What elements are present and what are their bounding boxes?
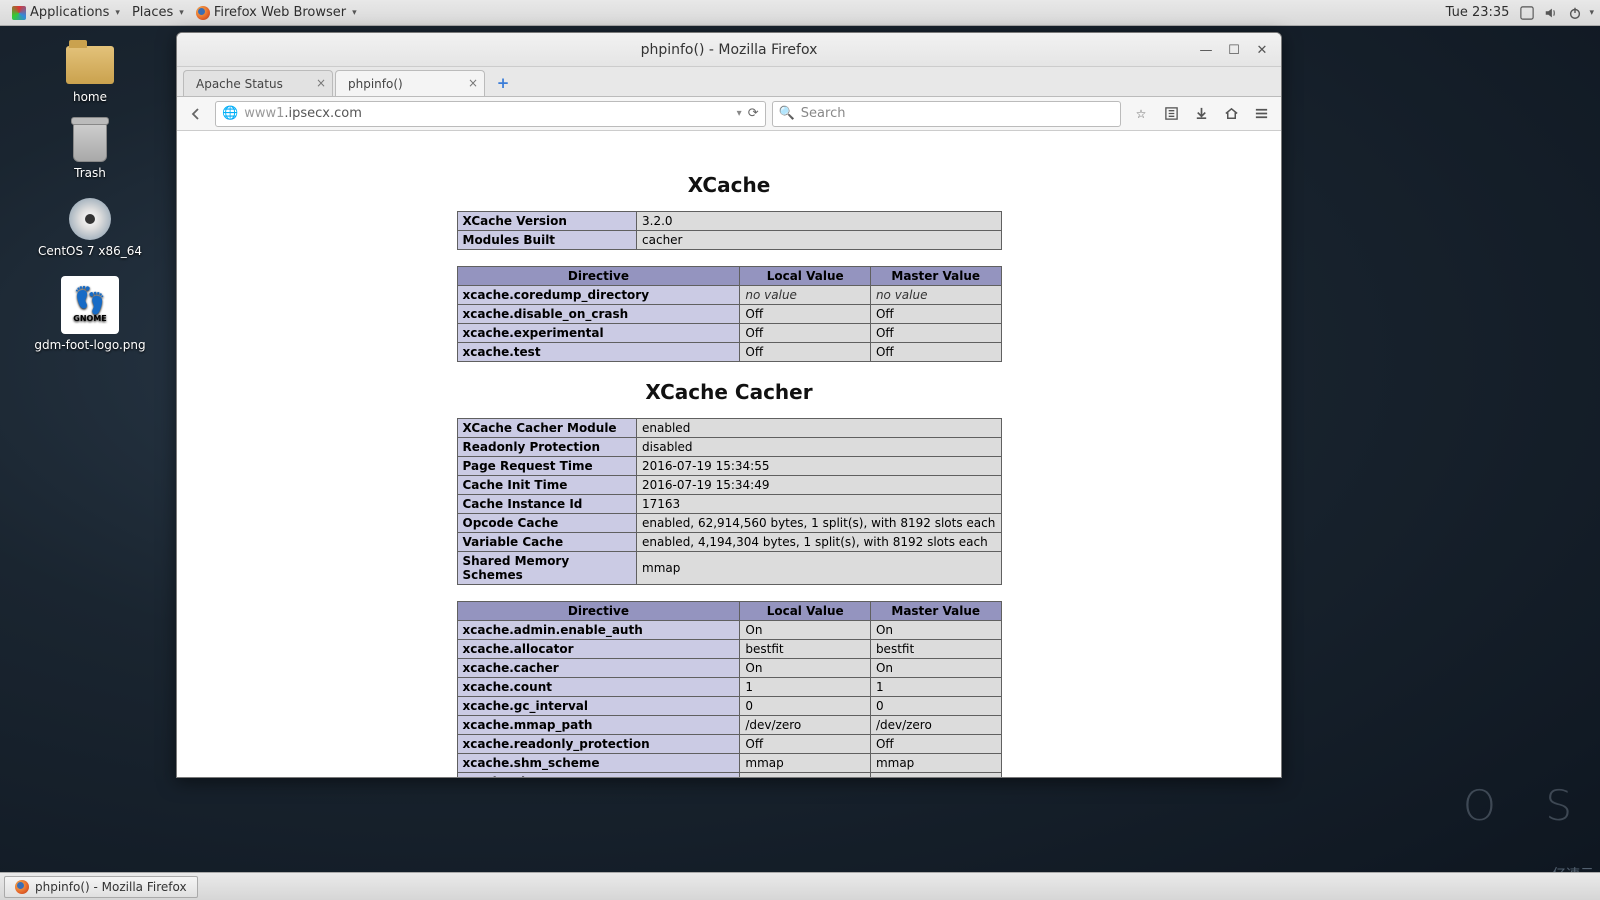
table-row: xcache.shm_schememmapmmap — [457, 754, 1001, 773]
gnome-top-panel: Applications▾ Places▾ Firefox Web Browse… — [0, 0, 1600, 26]
taskbar-firefox-button[interactable]: phpinfo() - Mozilla Firefox — [4, 876, 198, 898]
table-row: xcache.allocatorbestfitbestfit — [457, 640, 1001, 659]
applications-menu[interactable]: Applications▾ — [6, 5, 126, 20]
window-titlebar[interactable]: phpinfo() - Mozilla Firefox — ☐ ✕ — [177, 33, 1281, 67]
new-tab-button[interactable]: + — [491, 72, 515, 94]
hamburger-menu-icon[interactable] — [1251, 104, 1271, 124]
xcache-info-table: XCache Version3.2.0Modules Builtcacher — [457, 211, 1002, 250]
active-app-menu[interactable]: Firefox Web Browser▾ — [190, 5, 363, 20]
bottom-taskbar: phpinfo() - Mozilla Firefox — [0, 872, 1600, 900]
back-button[interactable] — [183, 101, 209, 127]
xcache-cacher-directives-table: DirectiveLocal ValueMaster Valuexcache.a… — [457, 601, 1002, 777]
table-row: Cache Instance Id17163 — [457, 495, 1001, 514]
tab-apache-status[interactable]: Apache Status× — [183, 70, 333, 96]
browser-tabbar: Apache Status× phpinfo()× + — [177, 67, 1281, 97]
close-icon[interactable]: × — [468, 76, 478, 90]
table-row: Opcode Cacheenabled, 62,914,560 bytes, 1… — [457, 514, 1001, 533]
xcache-directives-table: DirectiveLocal ValueMaster Valuexcache.c… — [457, 266, 1002, 362]
trash-icon[interactable]: Trash — [20, 122, 160, 180]
table-row: xcache.experimentalOffOff — [457, 324, 1001, 343]
search-bar[interactable]: 🔍 Search — [772, 101, 1121, 127]
accessibility-icon[interactable] — [1519, 5, 1535, 21]
desktop-icons: home Trash CentOS 7 x86_64 👣GNOMEgdm-foo… — [20, 40, 160, 370]
section-title-xcache: XCache — [177, 173, 1281, 197]
section-title-xcache-cacher: XCache Cacher — [177, 380, 1281, 404]
table-row: Modules Builtcacher — [457, 231, 1001, 250]
table-row: xcache.count11 — [457, 678, 1001, 697]
close-icon[interactable]: × — [316, 76, 326, 90]
search-placeholder: Search — [801, 106, 846, 121]
table-row: Page Request Time2016-07-19 15:34:55 — [457, 457, 1001, 476]
table-row: xcache.readonly_protectionOffOff — [457, 735, 1001, 754]
table-header-row: DirectiveLocal ValueMaster Value — [457, 602, 1001, 621]
table-row: Readonly Protectiondisabled — [457, 438, 1001, 457]
reader-view-icon[interactable] — [1161, 104, 1181, 124]
home-icon[interactable] — [1221, 104, 1241, 124]
tab-phpinfo[interactable]: phpinfo()× — [335, 70, 485, 96]
table-header-row: DirectiveLocal ValueMaster Value — [457, 267, 1001, 286]
downloads-icon[interactable] — [1191, 104, 1211, 124]
table-row: XCache Version3.2.0 — [457, 212, 1001, 231]
table-row: xcache.gc_interval00 — [457, 697, 1001, 716]
table-row: Cache Init Time2016-07-19 15:34:49 — [457, 476, 1001, 495]
firefox-icon — [196, 6, 210, 20]
reload-button[interactable]: ⟳ — [748, 106, 759, 121]
window-title: phpinfo() - Mozilla Firefox — [641, 42, 818, 58]
table-row: Variable Cacheenabled, 4,194,304 bytes, … — [457, 533, 1001, 552]
centos-disc-icon[interactable]: CentOS 7 x86_64 — [20, 198, 160, 258]
clock[interactable]: Tue 23:35 — [1440, 5, 1516, 20]
firefox-icon — [15, 880, 29, 894]
page-content[interactable]: XCache XCache Version3.2.0Modules Builtc… — [177, 131, 1281, 777]
table-row: xcache.mmap_path/dev/zero/dev/zero — [457, 716, 1001, 735]
table-row: xcache.cacherOnOn — [457, 659, 1001, 678]
volume-icon[interactable] — [1543, 5, 1559, 21]
bookmark-star-icon[interactable]: ☆ — [1131, 104, 1151, 124]
table-row: xcache.size60M60M — [457, 773, 1001, 778]
globe-icon: 🌐 — [222, 106, 238, 121]
firefox-window: phpinfo() - Mozilla Firefox — ☐ ✕ Apache… — [176, 32, 1282, 778]
table-row: xcache.admin.enable_authOnOn — [457, 621, 1001, 640]
table-row: xcache.disable_on_crashOffOff — [457, 305, 1001, 324]
system-menu-arrow[interactable]: ▾ — [1589, 8, 1594, 18]
close-button[interactable]: ✕ — [1249, 39, 1275, 61]
places-menu[interactable]: Places▾ — [126, 5, 190, 20]
power-icon[interactable] — [1567, 5, 1583, 21]
home-folder-icon[interactable]: home — [20, 46, 160, 104]
table-row: Shared Memory Schemesmmap — [457, 552, 1001, 585]
gnome-logo-file-icon[interactable]: 👣GNOMEgdm-foot-logo.png — [20, 276, 160, 352]
table-row: xcache.testOffOff — [457, 343, 1001, 362]
table-row: XCache Cacher Moduleenabled — [457, 419, 1001, 438]
xcache-cacher-info-table: XCache Cacher ModuleenabledReadonly Prot… — [457, 418, 1002, 585]
url-bar[interactable]: 🌐 www1.ipsecx.com ▾ ⟳ — [215, 101, 766, 127]
os-watermark: O S — [1463, 781, 1590, 830]
url-text: www1.ipsecx.com — [244, 106, 730, 121]
maximize-button[interactable]: ☐ — [1221, 39, 1247, 61]
dropdown-icon[interactable]: ▾ — [737, 108, 742, 119]
table-row: xcache.coredump_directoryno valueno valu… — [457, 286, 1001, 305]
browser-navbar: 🌐 www1.ipsecx.com ▾ ⟳ 🔍 Search ☆ — [177, 97, 1281, 131]
minimize-button[interactable]: — — [1193, 39, 1219, 61]
search-icon: 🔍 — [779, 106, 795, 121]
